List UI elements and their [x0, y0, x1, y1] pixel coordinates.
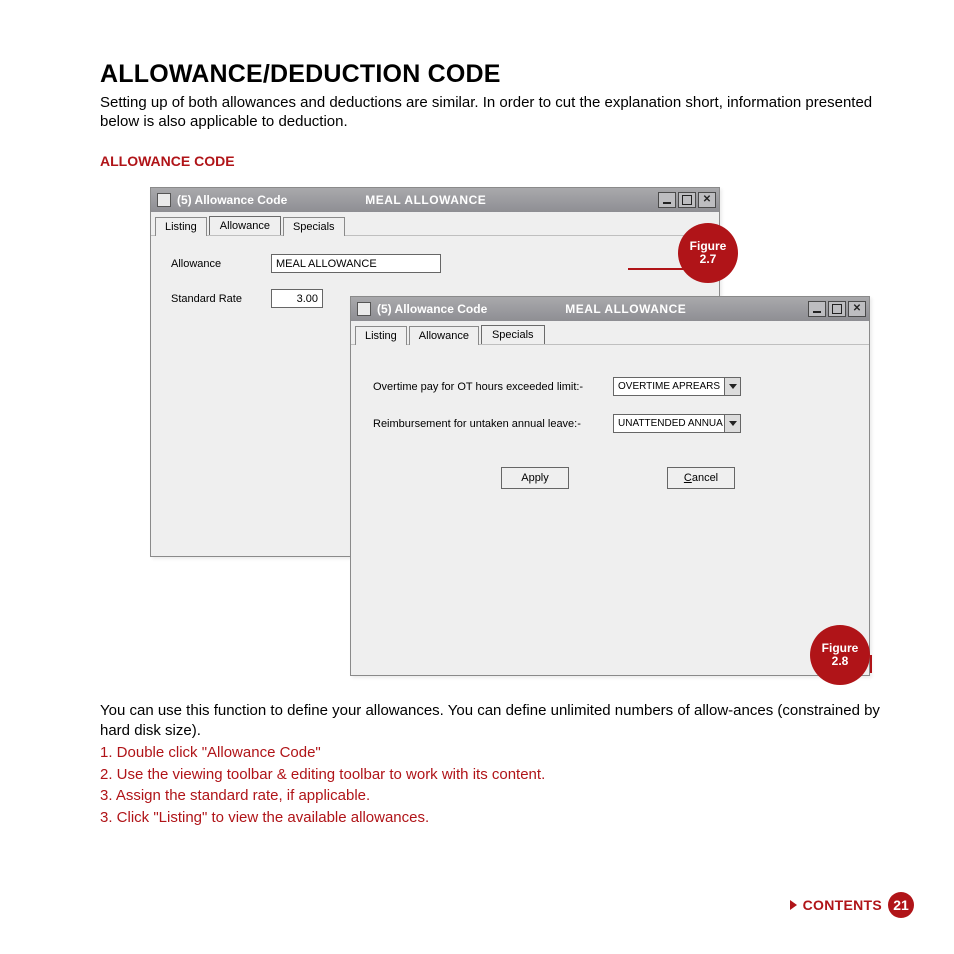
steps-list: 1. Double click "Allowance Code" 2. Use … — [100, 742, 886, 829]
step-1: 1. Double click "Allowance Code" — [100, 742, 886, 764]
tabbar-1: Listing Allowance Specials — [151, 212, 719, 236]
contents-link[interactable]: CONTENTS — [803, 897, 882, 913]
figure-label: Figure — [690, 240, 727, 254]
ot-pay-dropdown[interactable]: OVERTIME APREARS — [613, 377, 741, 396]
window-icon — [157, 193, 171, 207]
window-title-2a: (5) Allowance Code — [377, 302, 487, 316]
chevron-down-icon — [724, 415, 740, 432]
window-title-1b: MEAL ALLOWANCE — [365, 193, 486, 207]
tab-listing[interactable]: Listing — [355, 326, 407, 345]
tab-specials[interactable]: Specials — [283, 217, 345, 236]
minimize-icon[interactable] — [658, 192, 676, 208]
leave-reimbursement-label: Reimbursement for untaken annual leave:- — [373, 418, 613, 430]
section-heading: ALLOWANCE CODE — [100, 153, 886, 169]
ot-pay-value: OVERTIME APREARS — [618, 381, 724, 392]
figure-badge-2-8: Figure 2.8 — [810, 625, 870, 685]
page-title: ALLOWANCE/DEDUCTION CODE — [100, 60, 886, 89]
standard-rate-label: Standard Rate — [171, 293, 271, 305]
figures-area: (5) Allowance Code MEAL ALLOWANCE Listin… — [150, 187, 890, 687]
standard-rate-input[interactable] — [271, 289, 323, 308]
page-footer: CONTENTS 21 — [790, 892, 914, 918]
window-body-2: Overtime pay for OT hours exceeded limit… — [351, 345, 869, 521]
intro-text: Setting up of both allowances and deduct… — [100, 93, 886, 131]
chevron-down-icon — [724, 378, 740, 395]
figure-label: Figure — [822, 642, 859, 656]
maximize-icon[interactable] — [828, 301, 846, 317]
leave-reimbursement-value: UNATTENDED ANNUA — [618, 418, 724, 429]
allowance-label: Allowance — [171, 258, 271, 270]
page-number: 21 — [888, 892, 914, 918]
leave-reimbursement-dropdown[interactable]: UNATTENDED ANNUA — [613, 414, 741, 433]
tab-allowance[interactable]: Allowance — [209, 216, 281, 235]
window-allowance-code-2: (5) Allowance Code MEAL ALLOWANCE Listin… — [350, 296, 870, 676]
apply-button[interactable]: Apply — [501, 467, 569, 489]
titlebar-1: (5) Allowance Code MEAL ALLOWANCE — [151, 188, 719, 212]
step-4: 3. Click "Listing" to view the available… — [100, 807, 886, 829]
description-text: You can use this function to define your… — [100, 701, 886, 739]
titlebar-2: (5) Allowance Code MEAL ALLOWANCE — [351, 297, 869, 321]
window-icon — [357, 302, 371, 316]
step-3: 3. Assign the standard rate, if applicab… — [100, 785, 886, 807]
tabbar-2: Listing Allowance Specials — [351, 321, 869, 345]
triangle-right-icon — [790, 900, 797, 910]
allowance-input[interactable] — [271, 254, 441, 273]
tab-listing[interactable]: Listing — [155, 217, 207, 236]
window-title-1a: (5) Allowance Code — [177, 193, 287, 207]
maximize-icon[interactable] — [678, 192, 696, 208]
window-title-2b: MEAL ALLOWANCE — [565, 302, 686, 316]
minimize-icon[interactable] — [808, 301, 826, 317]
figure-number: 2.8 — [832, 655, 849, 669]
cancel-button[interactable]: Cancel — [667, 467, 735, 489]
ot-pay-label: Overtime pay for OT hours exceeded limit… — [373, 381, 613, 393]
figure-badge-2-7: Figure 2.7 — [678, 223, 738, 283]
figure-connector-line — [870, 655, 872, 673]
close-icon[interactable] — [848, 301, 866, 317]
tab-allowance[interactable]: Allowance — [409, 326, 479, 345]
step-2: 2. Use the viewing toolbar & editing too… — [100, 764, 886, 786]
close-icon[interactable] — [698, 192, 716, 208]
tab-specials[interactable]: Specials — [481, 325, 545, 344]
figure-number: 2.7 — [700, 253, 717, 267]
